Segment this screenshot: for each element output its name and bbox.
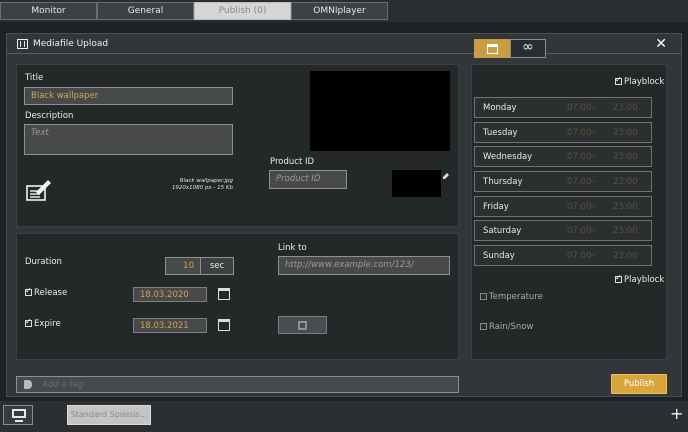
tag-icon bbox=[24, 380, 32, 389]
duration-unit: sec bbox=[200, 257, 234, 275]
expire-label: Expire bbox=[34, 319, 61, 329]
pencil-icon[interactable] bbox=[442, 172, 450, 180]
file-name: Black wallpaper.jpg bbox=[179, 178, 233, 184]
rain-snow-label: Rain/Snow bbox=[489, 322, 534, 332]
duration-input[interactable]: 10 bbox=[165, 257, 201, 275]
qr-button[interactable] bbox=[278, 316, 327, 334]
tab-publish[interactable]: Publish (0) bbox=[194, 2, 291, 20]
time-separator: – bbox=[591, 103, 596, 113]
day-row-monday[interactable]: Monday 07:00 – 23:00 bbox=[474, 97, 652, 118]
day-name: Wednesday bbox=[483, 152, 533, 162]
playblock-bottom-checkbox[interactable] bbox=[615, 273, 622, 283]
day-name: Monday bbox=[483, 103, 517, 113]
day-row-tuesday[interactable]: Tuesday 07:00 – 23:00 bbox=[474, 122, 652, 143]
day-start-time[interactable]: 07:00 bbox=[567, 226, 592, 236]
media-preview bbox=[310, 71, 450, 151]
time-separator: – bbox=[591, 226, 596, 236]
product-image-preview bbox=[392, 170, 441, 197]
day-start-time[interactable]: 07:00 bbox=[567, 202, 592, 212]
product-id-input[interactable]: Product ID bbox=[269, 170, 347, 189]
calendar-mode-button[interactable] bbox=[474, 39, 510, 58]
day-start-time[interactable]: 07:00 bbox=[567, 128, 592, 138]
title-label: Title bbox=[25, 73, 44, 83]
day-row-saturday[interactable]: Saturday 07:00 – 23:00 bbox=[474, 220, 652, 241]
day-name: Sunday bbox=[483, 251, 515, 261]
day-name: Thursday bbox=[483, 177, 523, 187]
release-date-input[interactable]: 18.03.2020 bbox=[133, 287, 207, 302]
link-input[interactable]: http://www.example.com/123/ bbox=[278, 256, 450, 275]
dialog-title: Mediafile Upload bbox=[33, 39, 109, 49]
infinity-icon: ∞ bbox=[522, 39, 534, 55]
time-separator: – bbox=[591, 202, 596, 212]
day-end-time[interactable]: 23:00 bbox=[613, 177, 638, 187]
day-row-friday[interactable]: Friday 07:00 – 23:00 bbox=[474, 196, 652, 217]
title-input[interactable]: Black wallpaper bbox=[24, 87, 233, 105]
publish-button[interactable]: Publish bbox=[611, 374, 667, 394]
day-start-time[interactable]: 07:00 bbox=[567, 177, 592, 187]
time-separator: – bbox=[591, 251, 596, 261]
temperature-checkbox[interactable] bbox=[480, 293, 487, 300]
playblock-top-checkbox[interactable] bbox=[615, 75, 622, 85]
day-end-time[interactable]: 23:00 bbox=[613, 226, 638, 236]
day-start-time[interactable]: 07:00 bbox=[567, 152, 592, 162]
day-end-time[interactable]: 23:00 bbox=[613, 152, 638, 162]
link-label: Link to bbox=[278, 243, 307, 253]
tag-input[interactable]: Add a tag bbox=[16, 376, 459, 393]
release-label: Release bbox=[34, 288, 68, 298]
day-start-time[interactable]: 07:00 bbox=[567, 251, 592, 261]
playblock-bottom-label: Playblock bbox=[624, 275, 665, 285]
infinite-mode-button[interactable]: ∞ bbox=[510, 39, 546, 58]
expire-calendar-icon[interactable] bbox=[218, 319, 230, 331]
file-info: 1920x1080 px - 15 Kb bbox=[171, 185, 233, 191]
monitor-button[interactable] bbox=[3, 405, 33, 425]
schedule-panel bbox=[16, 233, 459, 360]
rain-snow-checkbox[interactable] bbox=[480, 323, 487, 330]
time-separator: – bbox=[591, 177, 596, 187]
time-separator: – bbox=[591, 128, 596, 138]
taskbar-tab[interactable]: Standard Spielsis... bbox=[67, 405, 151, 425]
day-name: Friday bbox=[483, 202, 509, 212]
temperature-label: Temperature bbox=[489, 292, 543, 302]
edit-document-icon[interactable] bbox=[26, 180, 51, 201]
release-checkbox[interactable] bbox=[25, 286, 32, 296]
tag-placeholder: Add a tag bbox=[42, 380, 84, 390]
dialog-header: Mediafile Upload ✕ bbox=[7, 34, 681, 54]
film-icon bbox=[17, 39, 28, 49]
tab-monitor[interactable]: Monitor bbox=[0, 2, 97, 20]
day-row-sunday[interactable]: Sunday 07:00 – 23:00 bbox=[474, 245, 652, 266]
duration-label: Duration bbox=[25, 257, 62, 267]
calendar-icon bbox=[487, 44, 498, 54]
qr-icon bbox=[298, 321, 307, 330]
day-end-time[interactable]: 23:00 bbox=[613, 251, 638, 261]
expire-date-input[interactable]: 18.03.2021 bbox=[133, 318, 207, 333]
day-name: Saturday bbox=[483, 226, 522, 236]
expire-checkbox[interactable] bbox=[25, 317, 32, 327]
close-icon[interactable]: ✕ bbox=[655, 36, 667, 52]
tab-general[interactable]: General bbox=[97, 2, 194, 20]
day-row-thursday[interactable]: Thursday 07:00 – 23:00 bbox=[474, 171, 652, 192]
top-tab-bar: Monitor General Publish (0) OMNIplayer bbox=[0, 0, 688, 22]
day-end-time[interactable]: 23:00 bbox=[613, 103, 638, 113]
add-icon[interactable]: + bbox=[670, 404, 683, 423]
day-start-time[interactable]: 07:00 bbox=[567, 103, 592, 113]
day-row-wednesday[interactable]: Wednesday 07:00 – 23:00 bbox=[474, 146, 652, 167]
day-name: Tuesday bbox=[483, 128, 518, 138]
playblock-top-label: Playblock bbox=[624, 77, 665, 87]
product-id-label: Product ID bbox=[270, 157, 315, 167]
description-textarea[interactable]: Text bbox=[24, 124, 233, 155]
time-separator: – bbox=[591, 152, 596, 162]
monitor-stand bbox=[15, 420, 23, 422]
monitor-icon bbox=[12, 409, 26, 418]
tab-omniplayer[interactable]: OMNIplayer bbox=[291, 2, 388, 20]
description-label: Description bbox=[25, 111, 74, 121]
day-end-time[interactable]: 23:00 bbox=[613, 128, 638, 138]
day-end-time[interactable]: 23:00 bbox=[613, 202, 638, 212]
release-calendar-icon[interactable] bbox=[218, 288, 230, 300]
